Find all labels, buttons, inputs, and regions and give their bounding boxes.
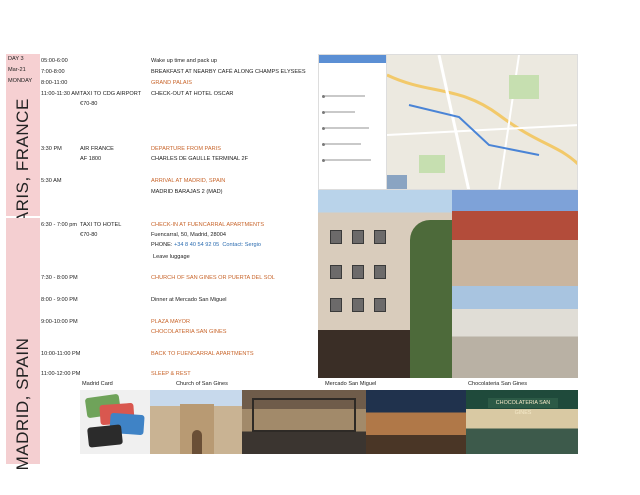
row-activity: GRAND PALAIS	[151, 80, 192, 86]
plaza-mayor-photo	[452, 190, 578, 286]
row-time: 5:30 AM	[41, 178, 62, 184]
chocolateria-sign: CHOCOLATERIA SAN GINES	[488, 398, 558, 416]
caption-madrid-card: Madrid Card	[82, 381, 113, 387]
step-line	[325, 127, 369, 129]
row-transport: €70-80	[80, 101, 98, 107]
itinerary-page: PARIS, FRANCE MADRID, SPAIN DAY 3 Mar-21…	[0, 0, 640, 495]
row-activity: DEPARTURE FROM PARIS	[151, 146, 221, 152]
phone-number-link[interactable]: +34 8 40 54 92 05	[174, 242, 219, 248]
day-weekday: MONDAY	[8, 78, 33, 84]
phone-contact: Contact: Sergio	[222, 242, 261, 248]
row-time: 11:00-11:30 AM	[41, 91, 80, 97]
window	[352, 265, 364, 279]
window	[352, 298, 364, 312]
window	[330, 230, 342, 244]
route-map-image	[318, 54, 578, 190]
row-transport: AIR FRANCE	[80, 146, 114, 152]
window	[352, 230, 364, 244]
row-activity: BREAKFAST AT NEARBY CAFÉ ALONG CHAMPS EL…	[151, 69, 306, 75]
row-time: 8:00 - 9:00 PM	[41, 297, 78, 303]
row-activity: SLEEP & REST	[151, 371, 191, 377]
step-line	[325, 111, 355, 113]
row-time: 11:00-12:00 PM	[41, 371, 81, 377]
row-time: 9:00-10:00 PM	[41, 319, 78, 325]
row-activity: Dinner at Mercado San Miguel	[151, 297, 227, 303]
window	[330, 298, 342, 312]
church-door	[192, 430, 202, 454]
row-activity: CHURCH OF SAN GINES OR PUERTA DEL SOL	[151, 275, 275, 281]
market-frame	[252, 398, 356, 432]
day-info: DAY 3 Mar-21 MONDAY	[6, 54, 40, 87]
madrid-section-label: MADRID, SPAIN	[13, 337, 32, 471]
phone-prefix: PHONE:	[151, 242, 175, 248]
madrid-section-strip: MADRID, SPAIN	[6, 218, 40, 470]
card	[87, 424, 123, 448]
row-activity: BACK TO FUENCARRAL APARTMENTS	[151, 351, 254, 357]
row-time: 7:00-8:00	[41, 69, 65, 75]
row-time: 8:00-11:00	[41, 80, 68, 86]
row-activity: CHECK-OUT AT HOTEL OSCAR	[151, 91, 234, 97]
row-transport: TAXI TO CDG AIRPORT	[80, 91, 142, 97]
window	[374, 230, 386, 244]
window	[374, 298, 386, 312]
tree	[410, 220, 452, 378]
day-date: Mar-21	[8, 67, 26, 73]
row-activity: Wake up time and pack up	[151, 58, 218, 64]
step-line	[325, 143, 361, 145]
paris-section-label: PARIS, FRANCE	[13, 98, 32, 234]
caption-church: Church of San Gines	[176, 381, 228, 387]
mercado-san-miguel-photo	[242, 390, 366, 454]
market-interior-photo	[366, 390, 466, 454]
row-activity: Fuencarral, 50, Madrid, 28004	[151, 232, 226, 238]
step-line	[325, 95, 365, 97]
church-san-gines-photo	[150, 390, 242, 454]
window	[374, 265, 386, 279]
madrid-card-photo	[80, 390, 150, 454]
row-activity: PLAZA MAYOR	[151, 319, 191, 325]
row-time: 05:00-6:00	[41, 58, 68, 64]
directions-header	[319, 55, 386, 63]
caption-chocolateria: Chocolateria San Gines	[468, 381, 528, 387]
apartment-building-photo	[318, 190, 452, 378]
row-activity: CHOCOLATERIA SAN GINES	[151, 329, 227, 335]
row-activity: MADRID BARAJAS 2 (MAD)	[151, 189, 223, 195]
step-line	[325, 159, 371, 161]
window	[330, 265, 342, 279]
phone-line: PHONE: +34 8 40 54 92 05 Contact: Sergio	[151, 241, 261, 249]
row-activity: CHARLES DE GAULLE TERMINAL 2F	[151, 156, 248, 162]
row-transport: AF 1800	[80, 156, 102, 162]
row-activity: ARRIVAL AT MADRID, SPAIN	[151, 178, 226, 184]
puerta-del-sol-photo	[452, 286, 578, 378]
day-label: DAY 3	[8, 56, 24, 62]
row-time: 3:30 PM	[41, 146, 62, 152]
row-activity: Leave luggage	[153, 254, 190, 260]
row-time: 7:30 - 8:00 PM	[41, 275, 78, 281]
caption-mercado: Mercado San Miguel	[325, 381, 377, 387]
row-transport: TAXI TO HOTEL	[80, 222, 122, 228]
row-time: 10:00-11:00 PM	[41, 351, 81, 357]
row-time: 6:30 - 7:00 pm	[41, 222, 78, 228]
chocolateria-photo: CHOCOLATERIA SAN GINES	[466, 390, 578, 454]
row-transport: €70-80	[80, 232, 98, 238]
row-activity: CHECK-IN AT FUENCARRAL APARTMENTS	[151, 222, 265, 228]
directions-panel	[319, 55, 387, 189]
